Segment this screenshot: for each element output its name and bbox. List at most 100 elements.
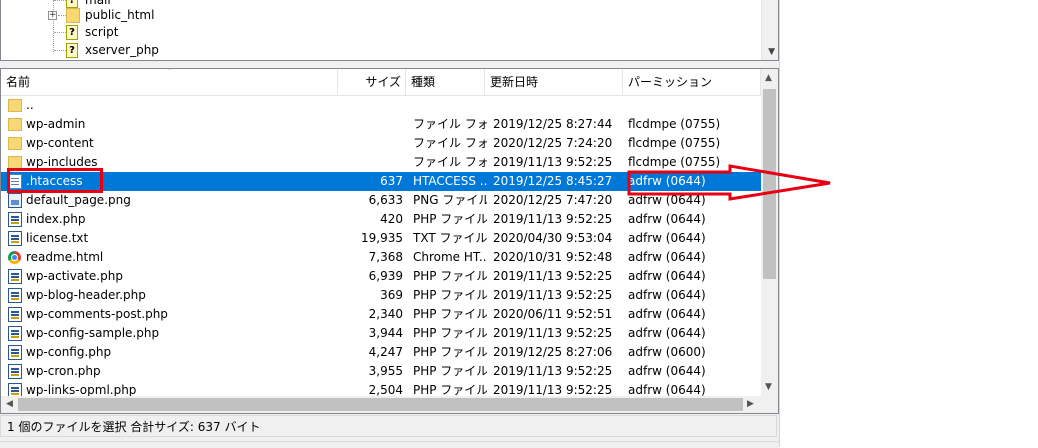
scroll-right-icon[interactable]: ▶: [747, 399, 754, 409]
column-header-name[interactable]: 名前: [1, 69, 338, 95]
file-name-cell: readme.html: [5, 248, 335, 267]
column-header-permissions[interactable]: パーミッション: [623, 69, 761, 95]
chrome-icon: [8, 251, 21, 264]
php-file-icon: [8, 288, 22, 303]
tree-connector: [58, 15, 66, 16]
file-row[interactable]: wp-config.php 4,247 PHP ファイル 2019/12/25 8:2…: [1, 343, 761, 362]
file-type: ファイル フォ...: [413, 117, 487, 131]
tree-item-xserver-php[interactable]: ? xserver_php: [1, 41, 601, 60]
image-file-icon: [8, 193, 22, 208]
file-row[interactable]: license.txt 19,935 TXT ファイル 2020/04/30 9:53…: [1, 229, 761, 248]
scroll-left-icon[interactable]: ◀: [6, 399, 13, 409]
file-size: [341, 115, 403, 134]
php-file-icon: [8, 326, 22, 341]
file-modified: 2019/12/25 8:45:27: [493, 174, 613, 188]
scroll-down-icon[interactable]: ▼: [768, 47, 775, 57]
file-modified: 2019/12/25 8:27:06: [493, 345, 613, 359]
file-size: 3,955: [368, 364, 403, 378]
file-size: [341, 134, 403, 153]
file-manager-window: ? mail + public_html ? script ? xserver_…: [0, 0, 780, 448]
file-row[interactable]: wp-activate.php 6,939 PHP ファイル 2019/11/13 9…: [1, 267, 761, 286]
expand-icon[interactable]: +: [48, 11, 57, 20]
unknown-file-icon: ?: [66, 25, 78, 40]
file-permissions: adfrw (0644): [628, 212, 706, 226]
file-size: 369: [380, 288, 403, 302]
status-text: 1 個のファイルを選択 合計サイズ: 637 バイト: [7, 420, 261, 434]
file-name-cell: ..: [5, 96, 335, 115]
file-list[interactable]: ⌃ 名前 サイズ 種類 更新日時 パーミッション .. wp-admin ファイル …: [0, 68, 779, 414]
file-row[interactable]: wp-cron.php 3,955 PHP ファイル 2019/11/13 9:52:…: [1, 362, 761, 381]
column-header-modified[interactable]: 更新日時: [485, 69, 623, 95]
file-size: 2,340: [368, 307, 403, 321]
scroll-up-icon[interactable]: ▲: [765, 73, 772, 83]
column-header-row: ⌃ 名前 サイズ 種類 更新日時 パーミッション: [1, 69, 761, 96]
right-arrow-icon: [627, 164, 831, 201]
file-modified: 2020/12/25 7:24:20: [493, 136, 613, 150]
column-header-type[interactable]: 種類: [406, 69, 485, 95]
column-header-size[interactable]: サイズ: [338, 69, 406, 95]
php-file-icon: [8, 307, 22, 322]
directory-tree[interactable]: ? mail + public_html ? script ? xserver_…: [0, 0, 779, 61]
file-name: license.txt: [26, 231, 89, 245]
file-type: [413, 96, 487, 115]
file-row[interactable]: readme.html 7,368 Chrome HT... 2020/10/31 9…: [1, 248, 761, 267]
list-horizontal-scrollbar[interactable]: ◀ ▶: [1, 396, 761, 413]
file-name-cell: index.php: [5, 210, 335, 229]
file-modified: 2019/11/13 9:52:25: [493, 364, 613, 378]
list-vertical-scrollbar[interactable]: ▲ ▼: [761, 69, 778, 396]
file-row[interactable]: wp-blog-header.php 369 PHP ファイル 2019/11/13 …: [1, 286, 761, 305]
file-permissions: [628, 96, 758, 115]
file-type: PNG ファイル: [413, 193, 487, 207]
file-name: index.php: [26, 212, 86, 226]
scrollbar-thumb[interactable]: [18, 398, 743, 411]
tree-scrollbar[interactable]: ▼: [761, 0, 778, 60]
file-permissions: adfrw (0644): [628, 364, 706, 378]
file-type: HTACCESS ...: [413, 174, 487, 188]
file-row[interactable]: index.php 420 PHP ファイル 2019/11/13 9:52:25 ad…: [1, 210, 761, 229]
scroll-down-icon[interactable]: ▼: [765, 382, 772, 392]
file-type: PHP ファイル: [413, 288, 487, 302]
highlight-box: [7, 168, 103, 193]
folder-icon: [8, 99, 22, 112]
unknown-file-icon: ?: [66, 43, 78, 58]
file-name: wp-config-sample.php: [26, 326, 160, 340]
file-permissions: adfrw (0644): [628, 326, 706, 340]
file-permissions: flcdmpe (0755): [628, 117, 721, 131]
file-type: PHP ファイル: [413, 364, 487, 378]
file-size: 4,247: [368, 345, 403, 359]
file-name-cell: license.txt: [5, 229, 335, 248]
php-file-icon: [8, 269, 22, 284]
file-modified: 2019/12/25 8:27:44: [493, 117, 613, 131]
tree-connector: [54, 50, 66, 51]
file-size: [341, 96, 403, 115]
php-file-icon: [8, 345, 22, 360]
file-modified: 2020/04/30 9:53:04: [493, 231, 613, 245]
file-permissions: flcdmpe (0755): [628, 136, 721, 150]
php-file-icon: [8, 212, 22, 227]
file-size: 19,935: [361, 231, 403, 245]
file-name: wp-blog-header.php: [26, 288, 146, 302]
file-row[interactable]: wp-content ファイル フォ... 2020/12/25 7:24:20 fl…: [1, 134, 761, 153]
file-size: 420: [380, 212, 403, 226]
file-modified: 2019/11/13 9:52:25: [493, 155, 613, 169]
tree-item-script[interactable]: ? script: [1, 23, 601, 42]
file-row[interactable]: ..: [1, 96, 761, 115]
tree-item-label: script: [85, 25, 119, 39]
file-row[interactable]: wp-config-sample.php 3,944 PHP ファイル 2019/11…: [1, 324, 761, 343]
file-modified: 2019/11/13 9:52:25: [493, 288, 613, 302]
folder-icon: [8, 137, 22, 150]
file-permissions: adfrw (0644): [628, 307, 706, 321]
file-row[interactable]: wp-comments-post.php 2,340 PHP ファイル 2020/06…: [1, 305, 761, 324]
file-modified: 2019/11/13 9:52:25: [493, 269, 613, 283]
file-name-cell: wp-cron.php: [5, 362, 335, 381]
file-row[interactable]: wp-admin ファイル フォ... 2019/12/25 8:27:44 flcd…: [1, 115, 761, 134]
file-name: default_page.png: [26, 193, 131, 207]
file-rows: .. wp-admin ファイル フォ... 2019/12/25 8:27:44 fl…: [1, 96, 761, 400]
file-modified: [493, 96, 623, 115]
file-name: ..: [26, 98, 34, 112]
file-name-cell: wp-content: [5, 134, 335, 153]
file-permissions: adfrw (0644): [628, 288, 706, 302]
file-modified: 2020/06/11 9:52:51: [493, 307, 613, 321]
file-permissions: adfrw (0644): [628, 269, 706, 283]
file-size: [341, 153, 403, 172]
